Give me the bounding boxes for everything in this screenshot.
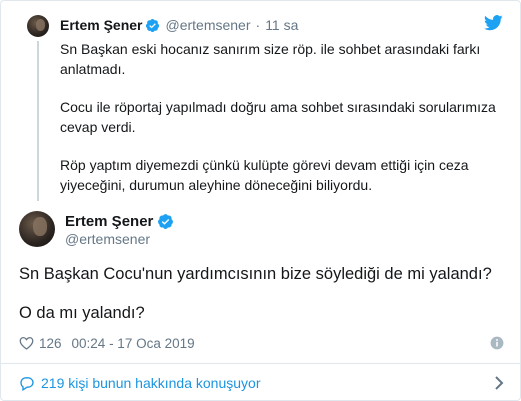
parent-avatar[interactable]: [27, 15, 49, 37]
conversation-link-label: 219 kişi bunun hakkında konuşuyor: [41, 375, 261, 391]
divider: [1, 363, 520, 364]
main-avatar[interactable]: [19, 211, 55, 247]
tweet-meta: 126 00:24 - 17 Oca 2019: [19, 333, 504, 353]
parent-paragraph: Cocu ile röportaj yapılmadı doğru ama so…: [60, 99, 496, 135]
speech-bubble-icon: [20, 376, 34, 391]
chevron-right-icon: [495, 376, 504, 390]
twitter-bird-icon[interactable]: [484, 15, 503, 31]
like-count[interactable]: 126: [39, 336, 62, 351]
parent-author-name[interactable]: Ertem Şener: [60, 17, 142, 33]
parent-tweet[interactable]: Ertem Şener @ertemsener · 11 sa Sn Başka…: [1, 1, 520, 201]
conversation-link[interactable]: 219 kişi bunun hakkında konuşuyor: [19, 373, 504, 393]
parent-paragraph: Sn Başkan eski hocanız sanırım size röp.…: [60, 41, 481, 77]
heart-icon[interactable]: [19, 336, 34, 350]
main-tweet-text: Sn Başkan Cocu'nun yardımcısının bize sö…: [19, 263, 509, 341]
parent-header: Ertem Şener @ertemsener · 11 sa: [60, 15, 298, 35]
main-paragraph: Sn Başkan Cocu'nun yardımcısının bize sö…: [19, 265, 492, 283]
main-author-handle[interactable]: @ertemsener: [65, 231, 150, 247]
main-author-row: Ertem Şener: [65, 213, 174, 230]
verified-badge-icon: [146, 18, 160, 32]
parent-author-handle[interactable]: @ertemsener: [165, 17, 250, 33]
verified-badge-icon: [158, 214, 174, 229]
info-icon[interactable]: [490, 336, 504, 350]
parent-tweet-text: Sn Başkan eski hocanız sanırım size röp.…: [60, 39, 500, 213]
separator-dot: ·: [255, 17, 261, 33]
main-paragraph: O da mı yalandı?: [19, 304, 145, 322]
thread-line: [37, 41, 39, 201]
tweet-card: Ertem Şener @ertemsener · 11 sa Sn Başka…: [0, 0, 521, 401]
tweet-timestamp[interactable]: 00:24 - 17 Oca 2019: [72, 336, 195, 351]
main-author-name[interactable]: Ertem Şener: [65, 213, 153, 230]
parent-timestamp[interactable]: 11 sa: [265, 17, 298, 33]
parent-paragraph: Röp yaptım diyemezdi çünkü kulüpte görev…: [60, 157, 469, 193]
